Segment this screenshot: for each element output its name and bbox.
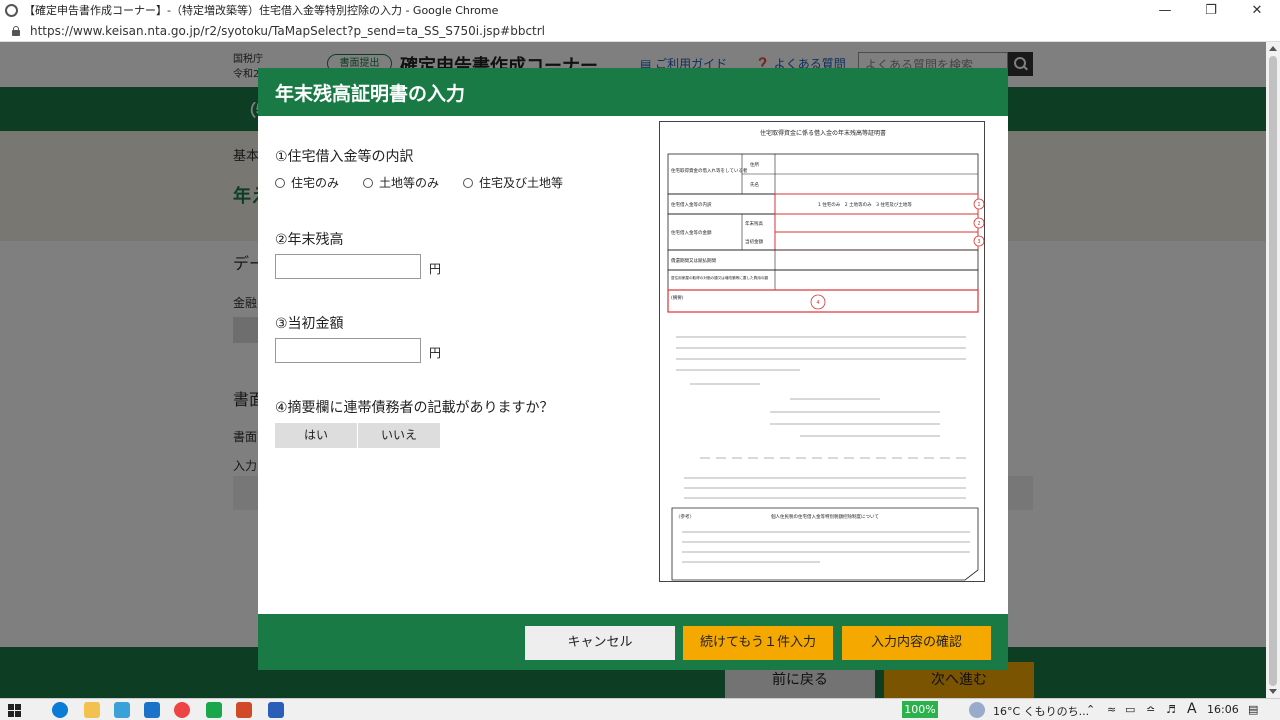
close-button[interactable]: ✕	[1234, 3, 1280, 18]
borrower-label: 住宅取得資金の借入れ等をしている者	[671, 167, 748, 174]
windows-start-icon[interactable]	[8, 704, 21, 717]
certificate-sample-image: 住宅取得資金に係る借入金の年末残高等証明書 住宅取得資金の借入れ等をしている者 …	[659, 121, 985, 582]
svg-text:4: 4	[816, 300, 819, 306]
page-scrollbar[interactable]	[1266, 42, 1280, 698]
lock-icon	[11, 25, 21, 36]
q3-label: ③当初金額	[275, 316, 344, 332]
certificate-title: 住宅取得資金に係る借入金の年末残高等証明書	[760, 129, 886, 137]
speaker-icon[interactable]: ♬	[1166, 703, 1176, 716]
radio-circle-icon[interactable]	[463, 177, 474, 188]
app-l-icon[interactable]	[114, 702, 130, 718]
window-controls: — ❐ ✕	[1142, 3, 1280, 18]
weather-icon[interactable]	[969, 702, 985, 718]
chrome-icon[interactable]	[174, 702, 190, 718]
word-icon[interactable]	[268, 702, 284, 718]
address-bar[interactable]: https://www.keisan.nta.go.jp/r2/syotoku/…	[0, 20, 1280, 42]
initial-label: 当初金額	[745, 238, 763, 245]
period-label: 償還期間又は賦払期間	[671, 257, 716, 264]
radio-land-only[interactable]: 土地等のみ	[363, 174, 439, 191]
dialog-footer: キャンセル 続けてもう１件入力 入力内容の確認	[258, 614, 1008, 670]
q4-label: ④摘要欄に連帯債務者の記載がありますか？	[275, 400, 554, 416]
amount-label: 住宅借入金等の金額	[671, 229, 712, 236]
add-another-button[interactable]: 続けてもう１件入力	[683, 626, 833, 660]
radio-circle-icon[interactable]	[363, 177, 374, 188]
address-label: 住所	[750, 161, 759, 168]
windows-taskbar: 100% 16°C くもりのち... ⌃ ≈ ▭ ≏ ♬ A 16:06 ▤	[0, 698, 1280, 720]
body-text-lines	[676, 336, 966, 499]
scroll-down-icon[interactable]	[1269, 689, 1277, 694]
laptop-icon[interactable]: ▭	[1125, 703, 1135, 716]
cost-label: 居住用家屋の取得の対価の額又は増改築等に要した費用の額	[671, 275, 768, 280]
radio-house-and-land[interactable]: 住宅及び土地等	[463, 174, 563, 191]
reference-tag: 〈参考〉	[676, 513, 694, 520]
kinds-label: 住宅借入金等の内訳	[671, 201, 712, 208]
certificate-diagram: 住宅取得資金に係る借入金の年末残高等証明書 住宅取得資金の借入れ等をしている者 …	[667, 129, 985, 581]
cancel-button[interactable]: キャンセル	[525, 626, 675, 660]
maximize-button[interactable]: ❐	[1188, 3, 1234, 18]
window-title: 【確定申告書作成コーナー】-（特定増改築等）住宅借入金等特別控除の入力 - Go…	[24, 4, 499, 17]
q1-label: ①住宅借入金等の内訳	[275, 149, 414, 165]
tray-chevron-icon[interactable]: ⌃	[1086, 703, 1095, 716]
weather-text[interactable]: 16°C くもりのち...	[993, 703, 1089, 719]
line-icon[interactable]	[206, 702, 222, 718]
dialog-header: 年末残高証明書の入力	[258, 68, 1008, 116]
loan-type-radio-group: 住宅のみ 土地等のみ 住宅及び土地等	[275, 174, 587, 191]
svg-text:3: 3	[977, 239, 980, 245]
svg-text:2: 2	[977, 221, 980, 227]
edge-icon[interactable]	[52, 702, 68, 718]
scrollbar-thumb[interactable]	[1269, 56, 1277, 686]
url-text[interactable]: https://www.keisan.nta.go.jp/r2/syotoku/…	[30, 24, 545, 38]
radio-house-only[interactable]: 住宅のみ	[275, 174, 339, 191]
scroll-up-icon[interactable]	[1269, 46, 1277, 51]
name-label: 氏名	[750, 181, 759, 188]
minimize-button[interactable]: —	[1142, 3, 1188, 18]
joint-debtor-choice: はい いいえ	[275, 423, 441, 448]
confirm-input-button[interactable]: 入力内容の確認	[842, 626, 991, 660]
chrome-favicon-icon	[5, 3, 18, 17]
battery-indicator[interactable]: 100%	[902, 701, 938, 718]
ime-indicator[interactable]: A	[1187, 701, 1197, 717]
browser-title-bar: 【確定申告書作成コーナー】-（特定増改築等）住宅借入金等特別控除の入力 - Go…	[0, 0, 1280, 20]
year-end-balance-input[interactable]	[275, 254, 421, 279]
yen-unit-label: 円	[429, 346, 442, 360]
file-explorer-icon[interactable]	[84, 702, 100, 718]
powerpoint-icon[interactable]	[236, 702, 252, 718]
radio-circle-icon[interactable]	[275, 177, 285, 188]
app-blue-icon[interactable]	[144, 702, 160, 718]
q2-label: ②年末残高	[275, 232, 344, 248]
no-button[interactable]: いいえ	[358, 423, 441, 448]
balance-label: 年末残高	[745, 220, 763, 227]
year-end-balance-dialog: 年末残高証明書の入力 ①住宅借入金等の内訳 住宅のみ 土地等のみ 住宅及び土地等…	[258, 68, 1008, 670]
initial-amount-input[interactable]	[275, 338, 421, 363]
wifi-icon[interactable]: ≏	[1146, 703, 1155, 716]
kinds-options: 1 住宅のみ 2 土地等のみ 3 住宅及び土地等	[818, 201, 912, 208]
svg-text:1: 1	[977, 202, 980, 208]
network-icon[interactable]: ≈	[1107, 703, 1116, 716]
notification-icon[interactable]: ▤	[1248, 703, 1258, 716]
yen-unit-label: 円	[429, 262, 442, 276]
clock[interactable]: 16:06	[1207, 703, 1239, 716]
balance-highlight	[774, 213, 979, 233]
remarks-label: (摘要)	[671, 294, 684, 301]
reference-title: 個人住民税の住宅借入金等特別税額控除制度について	[771, 513, 879, 520]
yes-button[interactable]: はい	[275, 423, 358, 448]
dialog-title: 年末残高証明書の入力	[275, 83, 466, 105]
initial-highlight	[774, 231, 979, 251]
